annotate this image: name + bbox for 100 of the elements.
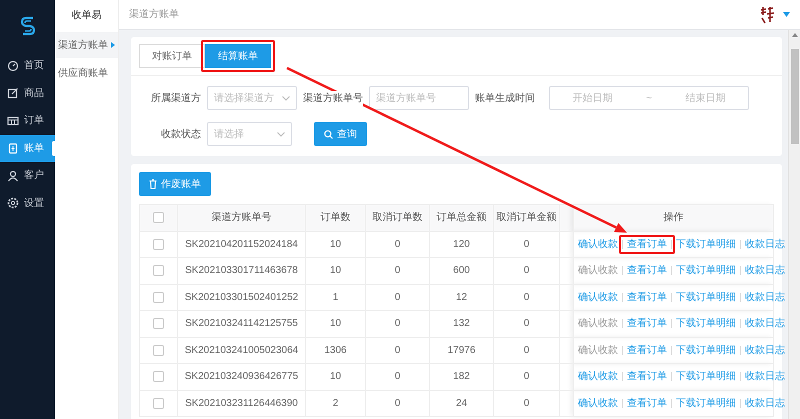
column-header: 取消订单数 — [366, 204, 430, 231]
date-range-field[interactable]: 开始日期 ~ 结束日期 — [549, 86, 749, 110]
checkbox[interactable] — [153, 344, 164, 356]
action-link[interactable]: 确认收款 — [574, 371, 622, 382]
table-cell: 1 — [306, 284, 366, 310]
action-link[interactable]: 查看订单 — [623, 398, 671, 409]
gauge-icon — [7, 60, 19, 72]
table-cell: 10 — [306, 258, 366, 284]
sidebar-item[interactable]: 商品 — [0, 80, 55, 107]
table-cell: 24 — [430, 390, 494, 416]
action-link[interactable]: 查看订单 — [623, 265, 671, 276]
action-link[interactable]: 下载订单明细 — [672, 292, 740, 303]
table-cell: 0 — [494, 284, 560, 310]
dropdown-placeholder: 请选择渠道方 — [214, 92, 274, 106]
checkbox[interactable] — [153, 265, 164, 276]
sidebar-item[interactable]: 账单 — [0, 134, 55, 162]
person-icon — [7, 170, 19, 182]
chevron-down-icon — [277, 132, 285, 136]
column-header: 订单总金额 — [430, 204, 494, 231]
checkbox[interactable] — [153, 371, 164, 382]
action-link[interactable]: 收款日志 — [741, 292, 789, 303]
table-cell: 2 — [306, 390, 366, 416]
action-link[interactable]: 查看订单 — [623, 318, 671, 330]
subnav-item[interactable]: 供应商账单 — [55, 60, 118, 86]
scrollbar[interactable] — [788, 30, 800, 419]
table-cell: SK202103241005023064 — [178, 337, 306, 364]
action-link[interactable]: 查看订单 — [623, 292, 671, 303]
caret-icon[interactable] — [783, 12, 790, 17]
calligraphy-logo-icon — [759, 6, 775, 24]
action-link[interactable]: 收款日志 — [741, 265, 789, 276]
action-link[interactable]: 查看订单 — [623, 371, 671, 382]
highlight-box — [619, 234, 675, 254]
field-label: 所属渠道方 — [151, 90, 201, 106]
action-link[interactable]: 下载订单明细 — [672, 371, 740, 382]
logo-icon — [20, 15, 36, 37]
document-icon — [7, 142, 19, 154]
action-link[interactable]: 收款日志 — [741, 371, 789, 382]
field-label: 渠道方账单号 — [303, 90, 363, 106]
table-cell: SK202103241142125755 — [178, 310, 306, 337]
column-header: 渠道方账单号 — [178, 204, 306, 231]
table-cell: 0 — [366, 364, 430, 390]
table-cell: 132 — [430, 310, 494, 337]
checkbox[interactable] — [153, 318, 164, 330]
action-link[interactable]: 收款日志 — [741, 398, 789, 409]
sidebar-item[interactable]: 订单 — [0, 107, 55, 134]
table-icon — [7, 114, 19, 127]
action-link[interactable]: 收款日志 — [741, 238, 789, 250]
table-cell: SK202103231126446390 — [178, 390, 306, 416]
action-link[interactable]: 下载订单明细 — [672, 238, 740, 250]
table-cell: 10 — [306, 310, 366, 337]
dropdown[interactable]: 请选择 — [207, 122, 292, 146]
void-bill-button[interactable]: 作废账单 — [139, 172, 211, 196]
tab[interactable]: 对账订单 — [139, 44, 205, 68]
action-link[interactable]: 下载订单明细 — [672, 318, 740, 330]
action-link[interactable]: 确认收款 — [574, 398, 622, 409]
table-cell: 0 — [366, 337, 430, 364]
action-link[interactable]: 下载订单明细 — [672, 398, 740, 409]
checkbox[interactable] — [153, 292, 164, 303]
scrollbar-thumb[interactable] — [790, 49, 798, 144]
table-cell: 0 — [494, 364, 560, 390]
action-link[interactable]: 下载订单明细 — [672, 344, 740, 356]
chevron-down-icon — [282, 96, 290, 100]
checkbox[interactable] — [153, 212, 164, 224]
action-link[interactable]: 收款日志 — [741, 318, 789, 330]
table-cell: 0 — [494, 337, 560, 364]
subnav-item[interactable]: 渠道方账单 — [55, 32, 118, 58]
search-icon — [324, 130, 333, 138]
action-link[interactable]: 查看订单 — [623, 238, 671, 250]
input-field[interactable]: 渠道方账单号 — [369, 86, 469, 110]
tab[interactable]: 结算账单 — [205, 44, 271, 68]
breadcrumb: 渠道方账单 — [129, 8, 179, 22]
dropdown[interactable]: 请选择渠道方 — [207, 86, 297, 110]
query-button[interactable]: 查询 — [314, 122, 367, 146]
table-cell: 0 — [366, 390, 430, 416]
table-cell: 0 — [366, 310, 430, 337]
action-link[interactable]: 收款日志 — [741, 344, 789, 356]
table-cell: 0 — [494, 258, 560, 284]
sidebar-item[interactable]: 客户 — [0, 162, 55, 190]
table-cell: SK202103301711463678 — [178, 258, 306, 284]
field-label: 账单生成时间 — [475, 90, 535, 106]
action-link[interactable]: 确认收款 — [574, 238, 622, 250]
scroll-up-icon[interactable] — [792, 33, 798, 37]
table-cell: 120 — [430, 231, 494, 258]
dropdown-placeholder: 请选择 — [214, 128, 244, 142]
table-cell: 0 — [366, 231, 430, 258]
action-link[interactable]: 下载订单明细 — [672, 265, 740, 276]
sidebar-item[interactable]: 首页 — [0, 52, 55, 80]
table-cell: 0 — [494, 231, 560, 258]
table-cell: 0 — [366, 284, 430, 310]
table-cell: 1306 — [306, 337, 366, 364]
action-link[interactable]: 查看订单 — [623, 344, 671, 356]
column-header: 操作 — [574, 204, 774, 231]
trash-icon — [149, 179, 157, 189]
sidebar-item[interactable]: 设置 — [0, 190, 55, 217]
checkbox[interactable] — [153, 238, 164, 250]
app-title: 收单易 — [70, 8, 102, 22]
table-cell: 10 — [306, 231, 366, 258]
action-link[interactable]: 确认收款 — [574, 292, 622, 303]
checkbox[interactable] — [153, 398, 164, 409]
column-header: 取消订单金额 — [494, 204, 560, 231]
